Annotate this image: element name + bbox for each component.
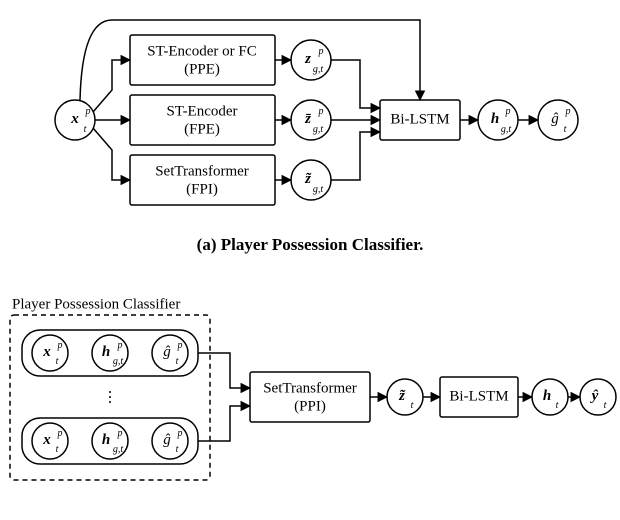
svg-text:g,t: g,t [313, 124, 324, 135]
svg-text:p: p [318, 106, 324, 117]
svg-text:h: h [491, 111, 499, 127]
z-ppe: z p g,t [291, 40, 331, 80]
y-out-b: ŷ t [580, 379, 616, 415]
svg-text:(FPE): (FPE) [184, 121, 220, 137]
z-fpi: z̃ g,t [291, 160, 331, 200]
diagram-b: Player Possession Classifier x p t h p g… [10, 296, 616, 480]
svg-text:t: t [411, 400, 414, 411]
svg-text:p: p [57, 340, 63, 351]
svg-text:(FPI): (FPI) [186, 181, 218, 197]
svg-text:p: p [318, 46, 324, 57]
svg-text:x: x [42, 432, 51, 448]
svg-text:Bi-LSTM: Bi-LSTM [390, 111, 449, 127]
caption-a: (a) Player Possession Classifier. [197, 235, 424, 254]
fpe-box: ST-Encoder (FPE) [130, 95, 275, 145]
bilstm-b-box: Bi-LSTM [440, 377, 518, 417]
svg-text:ŷ: ŷ [590, 388, 599, 404]
var-x: x [70, 111, 79, 127]
diagram-a: x p t ST-Encoder or FC (PPE) ST-Encoder … [55, 20, 578, 254]
svg-text:g,t: g,t [501, 124, 512, 135]
svg-text:z: z [304, 51, 311, 67]
diagram-figure: x p t ST-Encoder or FC (PPE) ST-Encoder … [0, 0, 620, 520]
svg-text:p: p [177, 428, 183, 439]
h-out-b: h t [532, 379, 568, 415]
svg-text:p: p [565, 106, 571, 117]
svg-text:t: t [556, 400, 559, 411]
svg-text:g,t: g,t [113, 444, 124, 455]
svg-text:p: p [57, 428, 63, 439]
svg-text:(PPI): (PPI) [294, 398, 326, 414]
svg-text:t: t [176, 356, 179, 367]
group-row-1: x p t h p g,t ĝ p t [22, 330, 198, 376]
svg-text:ĝ: ĝ [163, 432, 171, 448]
h-out: h p g,t [478, 100, 518, 140]
svg-text:p: p [85, 106, 91, 117]
svg-text:ST-Encoder or FC: ST-Encoder or FC [147, 43, 256, 59]
svg-text:z̄: z̄ [304, 111, 311, 127]
ppe-box: ST-Encoder or FC (PPE) [130, 35, 275, 85]
svg-text:SetTransformer: SetTransformer [263, 380, 357, 396]
svg-text:g,t: g,t [313, 64, 324, 75]
vertical-dots: ⋮ [103, 389, 118, 405]
svg-text:p: p [505, 106, 511, 117]
g-out: ĝ p t [538, 100, 578, 140]
svg-text:t: t [56, 356, 59, 367]
svg-text:p: p [117, 340, 123, 351]
svg-text:g,t: g,t [313, 184, 324, 195]
input-x: x p t [55, 100, 95, 140]
group-row-2: x p t h p g,t ĝ p t [22, 418, 198, 464]
z-fpe: z̄ p g,t [291, 100, 331, 140]
svg-text:t: t [56, 444, 59, 455]
svg-text:t: t [604, 400, 607, 411]
svg-text:h: h [102, 344, 110, 360]
svg-text:SetTransformer: SetTransformer [155, 163, 249, 179]
svg-text:h: h [543, 388, 551, 404]
svg-text:t: t [176, 444, 179, 455]
ppi-box: SetTransformer (PPI) [250, 372, 370, 422]
svg-text:ST-Encoder: ST-Encoder [166, 103, 237, 119]
svg-text:(PPE): (PPE) [184, 61, 220, 77]
svg-text:x: x [70, 111, 79, 127]
svg-text:t: t [84, 124, 87, 135]
svg-text:x: x [42, 344, 51, 360]
svg-text:ĝ: ĝ [551, 111, 559, 127]
z-tilde-b: z̃ t [387, 379, 423, 415]
svg-text:t: t [564, 124, 567, 135]
svg-text:ĝ: ĝ [163, 344, 171, 360]
svg-text:g,t: g,t [113, 356, 124, 367]
svg-text:h: h [102, 432, 110, 448]
group-title: Player Possession Classifier [12, 296, 180, 312]
bilstm-a-box: Bi-LSTM [380, 100, 460, 140]
svg-text:p: p [177, 340, 183, 351]
svg-text:p: p [117, 428, 123, 439]
svg-text:Bi-LSTM: Bi-LSTM [449, 388, 508, 404]
fpi-box: SetTransformer (FPI) [130, 155, 275, 205]
